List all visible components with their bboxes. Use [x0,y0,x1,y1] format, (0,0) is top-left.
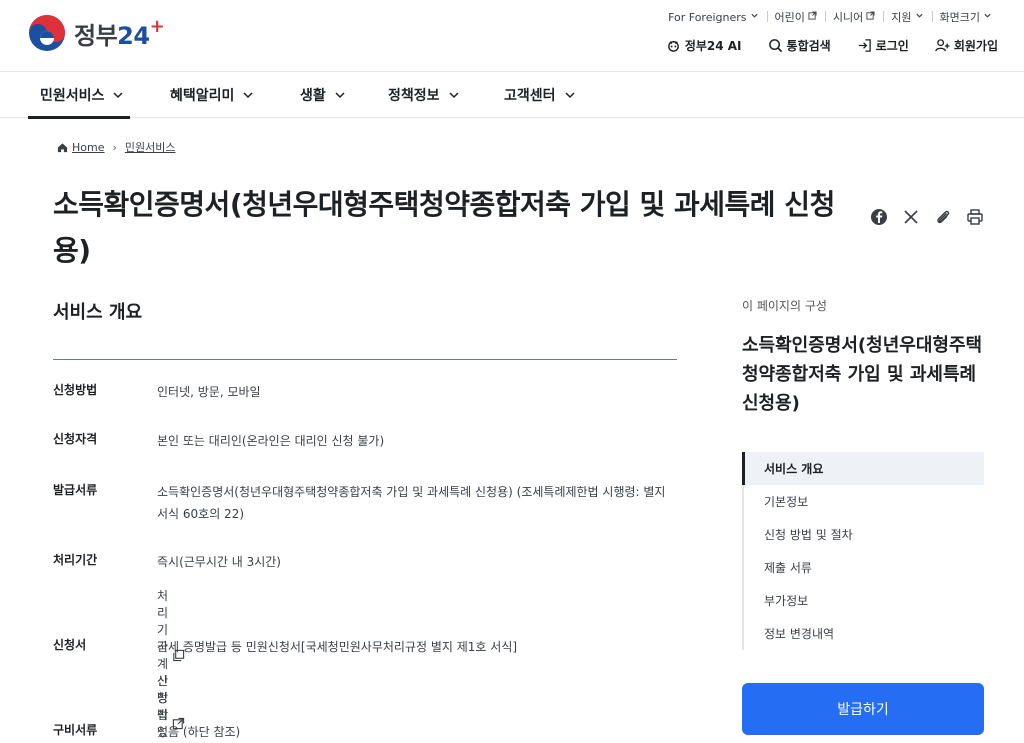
toc-item-basic-info[interactable]: 기본정보 [744,485,984,518]
util-kids[interactable]: 어린이 [766,9,825,25]
info-label: 발급서류 [53,483,98,497]
nav-policy-info[interactable]: 정책정보 [388,72,460,118]
toc-title: 소득확인증명서(청년우대형주택청약종합저축 가입 및 과세특례 신청용) [742,335,983,414]
info-value: 소득확인증명서(청년우대형주택청약종합저축 가입 및 과세특례 신청용) (조세… [157,485,666,521]
facebook-icon[interactable] [870,208,888,226]
info-label: 구비서류 [53,723,98,737]
chevron-down-icon [334,89,346,101]
info-label: 처리기간 [53,553,98,567]
print-icon[interactable] [966,208,984,226]
logo-text: 정부 [74,21,118,50]
chevron-down-icon [564,89,576,101]
info-value: 있음 (하단 참조) [157,725,241,739]
info-value: 즉시(근무시간 내 3시간) [157,555,281,569]
issue-button[interactable]: 발급하기 [742,683,984,735]
chevron-down-icon [915,11,924,23]
info-value: 본인 또는 대리인(온라인은 대리인 신청 불가) [157,434,385,448]
chevron-down-icon [112,89,124,101]
breadcrumb-home[interactable]: Home [72,141,104,154]
nav-benefit-alert[interactable]: 혜택알리미 [170,72,254,118]
toc-item-overview[interactable]: 서비스 개요 [742,452,984,485]
x-icon[interactable] [902,208,920,226]
info-value: 국세 증명발급 등 민원신청서[국세청민원사무처리규정 별지 제1호 서식] [157,640,518,654]
util-for-foreigners[interactable]: For Foreigners [660,11,766,24]
header-actions: 정부24 AI 통합검색 로그인 회원가입 [666,37,998,54]
integrated-search-button[interactable]: 통합검색 [768,37,831,54]
top-header: 정부24+ For Foreigners 어린이 시니어 지원 화면크기 정부2… [0,0,1024,72]
taegeuk-emblem-icon [28,14,66,52]
chevron-right-icon: › [112,140,117,154]
breadcrumb-current[interactable]: 민원서비스 [125,139,176,155]
chevron-down-icon [983,11,992,23]
nav-customer-center[interactable]: 고객센터 [504,72,576,118]
user-plus-icon [935,38,950,53]
util-senior[interactable]: 시니어 [824,9,883,25]
toc-item-documents[interactable]: 제출 서류 [744,551,984,584]
toc-item-procedure[interactable]: 신청 방법 및 절차 [744,518,984,551]
external-link-icon [866,11,875,23]
util-screen-size[interactable]: 화면크기 [931,9,1000,25]
gov24-logo[interactable]: 정부24+ [28,14,165,52]
info-label: 신청자격 [53,432,98,446]
toc-caption: 이 페이지의 구성 [742,299,827,313]
search-icon [768,38,783,53]
logo-number: 24 [117,21,150,50]
ai-bot-icon [666,38,681,53]
chevron-down-icon [448,89,460,101]
login-button[interactable]: 로그인 [857,37,909,54]
utility-links: For Foreigners 어린이 시니어 지원 화면크기 [660,9,1000,25]
external-link-icon [808,11,817,23]
section-divider [53,359,677,360]
home-icon [57,142,68,153]
toc-item-change-history[interactable]: 정보 변경내역 [744,617,984,650]
info-label: 신청방법 [53,383,98,397]
link-icon[interactable] [934,208,952,226]
toc-list: 서비스 개요 기본정보 신청 방법 및 절차 제출 서류 부가정보 정보 변경내… [742,452,984,650]
gov24-ai-button[interactable]: 정부24 AI [666,37,742,54]
util-support[interactable]: 지원 [883,9,931,25]
breadcrumb: Home › 민원서비스 [57,139,176,155]
section-title-overview: 서비스 개요 [53,302,143,323]
toc-item-additional-info[interactable]: 부가정보 [744,584,984,617]
chevron-down-icon [242,89,254,101]
info-label: 신청서 [53,638,87,652]
nav-civil-service[interactable]: 민원서비스 [28,72,130,119]
share-tools [856,208,984,226]
info-value: 인터넷, 방문, 모바일 [157,385,261,399]
sign-up-button[interactable]: 회원가입 [935,37,998,54]
page-title: 소득확인증명서(청년우대형주택청약종합저축 가입 및 과세특례 신청용) [53,188,835,267]
nav-life[interactable]: 생활 [300,72,346,118]
logo-plus-icon: + [149,15,165,37]
main-navigation: 민원서비스 혜택알리미 생활 정책정보 고객센터 [0,72,1024,119]
chevron-down-icon [750,11,759,23]
login-icon [857,38,872,53]
